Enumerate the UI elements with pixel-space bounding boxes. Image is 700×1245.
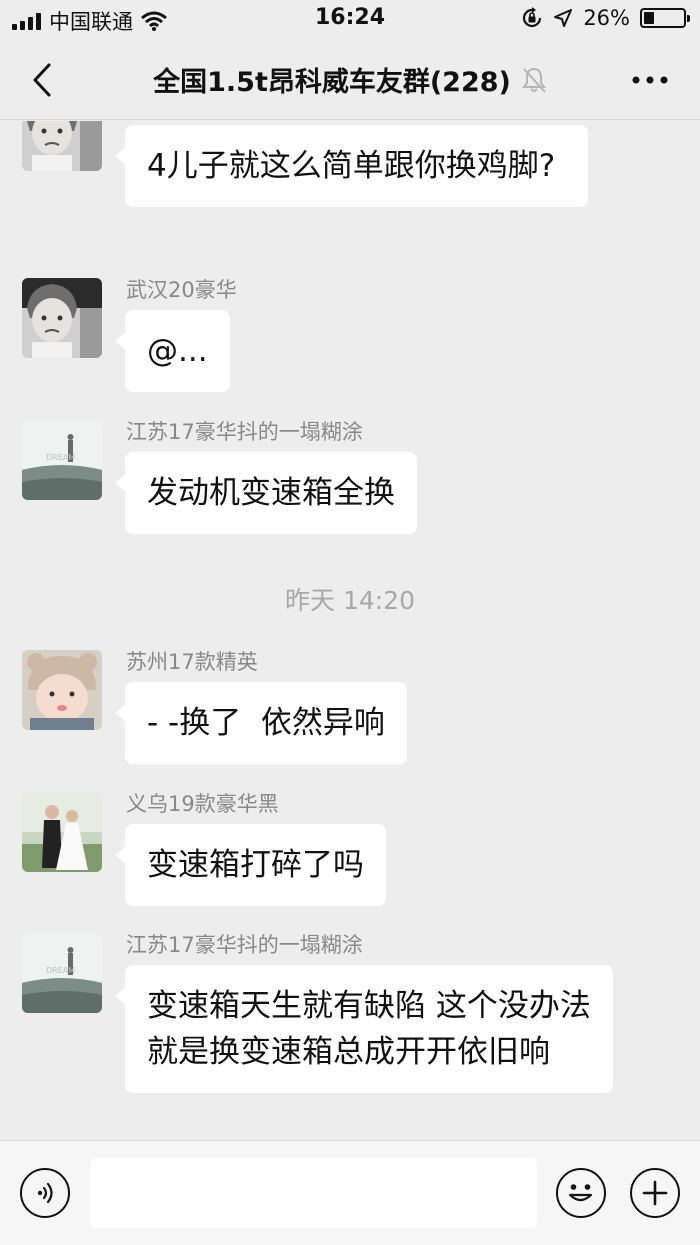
sender-name: 义乌19款豪华黑 xyxy=(126,792,279,816)
baby-bear-hat-avatar-icon xyxy=(22,650,102,730)
plus-icon xyxy=(642,1180,668,1206)
plus-button[interactable] xyxy=(630,1168,680,1218)
chat-area[interactable]: 4儿子就这么简单跟你换鸡脚? 武汉20豪华 @... DREAM 江苏17豪华抖… xyxy=(0,121,700,1140)
grumpy-girl-avatar-icon xyxy=(22,121,102,171)
avatar[interactable] xyxy=(22,792,102,872)
avatar[interactable]: DREAM xyxy=(22,933,102,1013)
location-icon xyxy=(554,9,573,27)
voice-button[interactable] xyxy=(20,1168,70,1218)
dream-landscape-avatar-icon: DREAM xyxy=(22,933,102,1013)
input-bar xyxy=(0,1140,700,1245)
svg-text:DREAM: DREAM xyxy=(46,453,75,462)
sender-name: 江苏17豪华抖的一塌糊涂 xyxy=(126,420,363,444)
message-text: 变速箱打碎了吗 xyxy=(147,847,364,883)
message-input[interactable] xyxy=(90,1158,537,1228)
emoji-button[interactable] xyxy=(556,1168,606,1218)
message-text: 发动机变速箱全换 xyxy=(147,475,395,511)
nav-title-wrap: 全国1.5t昂科威车友群(228) xyxy=(0,60,700,99)
wedding-couple-avatar-icon xyxy=(22,792,102,872)
message-text: 变速箱天生就有缺陷 这个没办法 就是换变速箱总成开开依旧响 xyxy=(147,988,591,1070)
status-right: 26% xyxy=(521,6,690,30)
grumpy-girl-avatar-icon xyxy=(22,278,102,358)
timestamp: 昨天 14:20 xyxy=(285,586,415,615)
mute-bell-icon xyxy=(521,67,546,93)
message-bubble[interactable]: 发动机变速箱全换 xyxy=(115,452,417,534)
svg-text:DREAM: DREAM xyxy=(46,966,75,975)
more-button[interactable] xyxy=(630,62,670,98)
sender-name: 武汉20豪华 xyxy=(126,278,237,302)
dream-landscape-avatar-icon: DREAM xyxy=(22,420,102,500)
avatar[interactable] xyxy=(22,121,102,171)
message-text: @... xyxy=(147,333,208,369)
sender-name: 苏州17款精英 xyxy=(126,650,258,674)
avatar[interactable] xyxy=(22,278,102,358)
chat-title: 全国1.5t昂科威车友群(228) xyxy=(153,67,511,98)
emoji-icon xyxy=(568,1184,593,1202)
voice-icon xyxy=(37,1182,53,1204)
more-icon xyxy=(632,76,668,84)
battery-percent: 26% xyxy=(583,6,630,30)
message-bubble[interactable]: - -换了 依然异响 xyxy=(115,682,407,764)
nav-bar: 全国1.5t昂科威车友群(228) xyxy=(0,40,700,120)
message-bubble[interactable]: 变速箱打碎了吗 xyxy=(115,824,386,906)
avatar[interactable] xyxy=(22,650,102,730)
avatar[interactable]: DREAM xyxy=(22,420,102,500)
message-bubble[interactable]: 4儿子就这么简单跟你换鸡脚? xyxy=(115,125,588,207)
sender-name: 江苏17豪华抖的一塌糊涂 xyxy=(126,933,363,957)
message-text: - -换了 依然异响 xyxy=(147,705,385,741)
message-text: 4儿子就这么简单跟你换鸡脚? xyxy=(147,148,556,184)
orientation-lock-icon xyxy=(523,7,542,28)
message-bubble[interactable]: @... xyxy=(115,310,230,392)
battery-fill xyxy=(644,12,654,24)
battery-icon xyxy=(640,8,690,28)
message-bubble[interactable]: 变速箱天生就有缺陷 这个没办法 就是换变速箱总成开开依旧响 xyxy=(115,965,613,1093)
status-bar: 中国联通 16:24 26% xyxy=(0,0,700,40)
